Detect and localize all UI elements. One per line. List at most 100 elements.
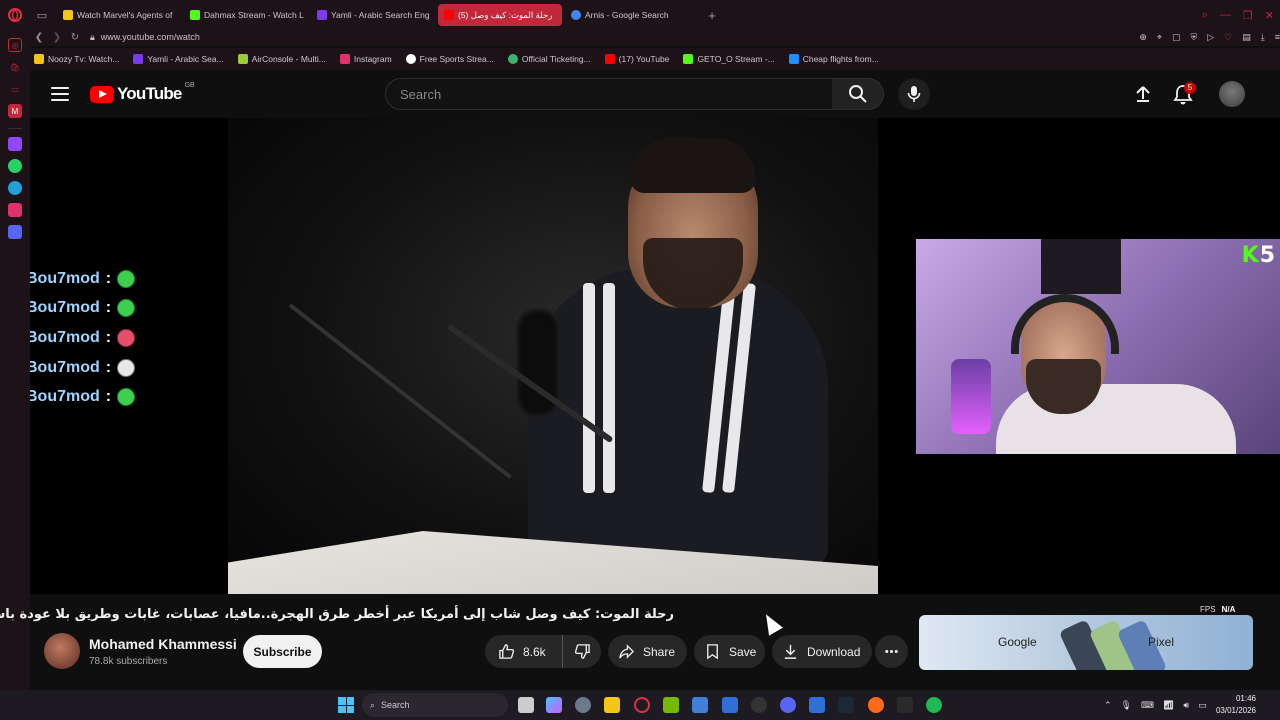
tab-3-active[interactable]: (5) رحلة الموت: كيف وصل [438,4,562,26]
channel-avatar[interactable] [44,633,80,669]
taskbar-search[interactable]: ⌕ Search [362,693,508,717]
windows-start-icon[interactable] [338,697,354,713]
bookmark-favicon-icon [507,54,518,64]
app-icon[interactable] [809,697,825,713]
taskbar-clock[interactable]: 01:46 03/01/2026 [1200,693,1256,717]
thumbs-up-icon [499,644,515,659]
voice-search-button[interactable] [898,78,930,110]
spotify-icon[interactable] [926,697,942,713]
app-icon[interactable] [868,697,884,713]
network-icon[interactable]: 📶︎ [1163,700,1174,711]
bookmark-favicon-icon [405,54,416,64]
heart-icon[interactable]: ♡ [1224,32,1232,43]
shield-icon[interactable]: ⛨ [1190,32,1197,43]
epic-games-icon[interactable] [897,697,913,713]
download-button[interactable]: Download [772,635,872,668]
keyboard-icon[interactable]: ⌨ [1141,700,1154,711]
tab-0[interactable]: Watch Marvel's Agents of [57,4,181,26]
like-button[interactable]: 8.6k [485,635,563,668]
chat-message: BBou7mod: [30,323,174,353]
bookmark-0[interactable]: Noozy Tv: Watch... [34,54,119,64]
dislike-button[interactable] [563,643,601,660]
account-avatar[interactable] [1219,81,1245,107]
chevron-up-icon[interactable]: ⌃ [1104,700,1112,711]
video-player[interactable]: BBou7mod: BBou7mod: BBou7mod: BBou7mod: … [30,118,1280,594]
reload-button[interactable]: ↻ [66,32,84,43]
whatsapp-icon[interactable] [8,159,22,173]
subscribe-button[interactable]: Subscribe [243,635,322,668]
upload-icon[interactable] [1133,84,1153,104]
youtube-page: YouTube GB Search 5 Bou7mod: Bou7mod: … [0,70,1280,690]
opera-taskbar-icon[interactable] [634,697,650,713]
menu-icon[interactable]: ≡ [1275,32,1280,42]
app-icon[interactable] [722,697,738,713]
microphone-icon[interactable]: 🎙︎ [1121,700,1132,711]
tab-favicon-icon [63,10,73,20]
new-tab-button[interactable]: + [699,8,725,23]
telegram-icon[interactable] [8,181,22,195]
wallet-icon[interactable]: ▤ [1242,32,1251,43]
search-input[interactable]: Search [385,78,833,110]
bookmark-2[interactable]: AirConsole - Multi... [237,54,326,64]
nvidia-icon[interactable] [663,697,679,713]
task-view-icon[interactable] [518,697,534,713]
microphone-icon [907,86,921,102]
tab-overview-icon[interactable]: ▭ [30,0,54,30]
bookmark-4[interactable]: Free Sports Strea... [405,54,494,64]
bookmark-label: Noozy Tv: Watch... [48,54,120,64]
save-button[interactable]: Save [694,635,765,668]
discord-icon[interactable] [780,697,796,713]
download-icon [784,644,797,659]
pixel-ad-banner[interactable]: Google Pixel [919,615,1253,670]
music-icon[interactable]: M [8,104,22,118]
bookmark-icon [707,644,718,660]
channel-name[interactable]: Mohamed Khammessi [89,636,237,652]
file-explorer-icon[interactable] [604,697,620,713]
wall-poster [1041,239,1121,294]
bookmark-8[interactable]: Cheap flights from... [788,54,879,64]
emote-icon [117,299,136,318]
steam-icon[interactable] [838,697,854,713]
copilot-icon[interactable] [546,697,562,713]
tab-4[interactable]: Arnis - Google Search [565,4,689,26]
github-icon[interactable] [751,697,767,713]
search-button[interactable] [832,78,884,110]
youtube-favicon-icon [444,10,454,20]
chat-message: BBou7mod: [30,294,174,324]
more-actions-button[interactable] [875,635,908,668]
discord-icon[interactable] [8,225,22,239]
chat-icon[interactable]: ▭ [8,82,22,96]
instagram-icon[interactable] [8,203,22,217]
snapshot-icon[interactable]: ▢ [1172,32,1181,43]
twitch-icon[interactable] [8,137,22,151]
aria-icon[interactable]: ◎ [8,38,22,52]
bookmark-3[interactable]: Instagram [339,54,392,64]
guide-menu-icon[interactable] [51,85,69,103]
pin-icon[interactable]: ⌖ [1157,32,1162,43]
opera-logo-icon[interactable] [0,0,30,30]
share-button[interactable]: Share [608,635,687,668]
shopping-icon[interactable]: 🛍︎ [8,60,22,74]
tab-2[interactable]: Yamli - Arabic Search Eng [311,4,435,26]
player-icon[interactable]: ▷ [1207,32,1214,43]
search-icon [848,85,867,103]
volume-icon[interactable]: 🔊︎ [1183,700,1189,711]
bookmark-1[interactable]: Yamli - Arabic Sea... [133,54,224,64]
tab-label: Yamli - Arabic Search Eng [331,10,430,20]
url-field[interactable]: 🔒︎ www.youtube.com/watch [90,32,200,43]
store-icon[interactable] [692,697,708,713]
back-button[interactable]: ❮ [30,32,48,43]
search-tabs-icon[interactable]: ⌕ [1202,9,1208,22]
settings-icon[interactable] [575,697,591,713]
forward-button[interactable]: ❯ [48,32,66,43]
bookmark-7[interactable]: GETO_O Stream -... [683,54,775,64]
minimize-button[interactable]: — [1220,9,1231,21]
tab-1[interactable]: Dahmax Stream - Watch L [184,4,308,26]
download-icon[interactable]: ⤓ [1261,32,1265,43]
bookmark-6[interactable]: (17) YouTube [604,54,669,64]
close-window-button[interactable]: ✕ [1265,9,1274,22]
youtube-logo[interactable]: YouTube GB [90,82,195,104]
zoom-icon[interactable]: ⊕ [1139,32,1147,43]
bookmark-5[interactable]: Official Ticketing... [507,54,591,64]
maximize-button[interactable]: ❐ [1243,9,1253,22]
